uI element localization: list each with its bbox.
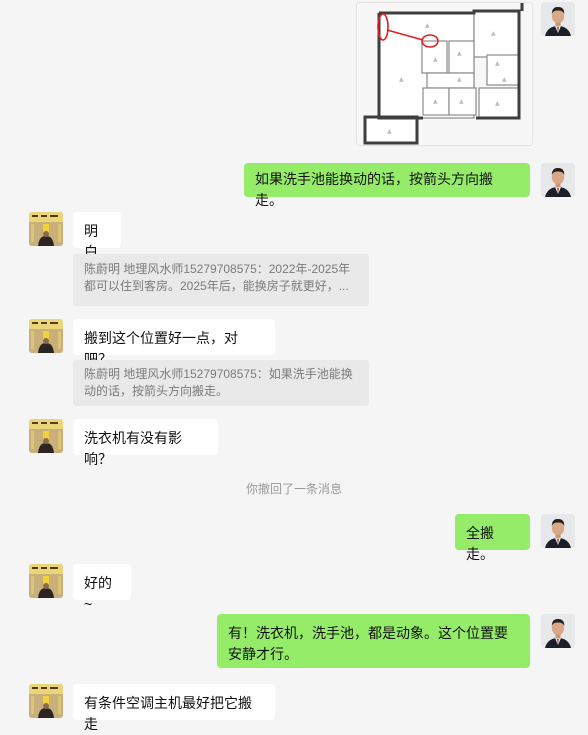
self-message-bubble[interactable]: 全搬走。 [455, 514, 530, 562]
floor-plan-image: ▲ ▲ ▲ ▲ ▲ ▲ ▲ ▲ ▲ ▲ ▲ ▲ [357, 3, 532, 145]
other-message-bubble[interactable]: 洗衣机有没有影响？ [73, 419, 218, 467]
svg-text:▲: ▲ [457, 50, 462, 57]
other-avatar[interactable] [29, 419, 63, 453]
yellow-calligraphy-avatar-icon [29, 684, 63, 718]
other-message-bubble[interactable]: 好的~ [73, 564, 131, 612]
quoted-reply[interactable]: 陈蔚明 地理风水师15279708575：2022年-2025年都可以住到客房。… [73, 254, 369, 306]
yellow-calligraphy-avatar-icon [29, 212, 63, 246]
quoted-reply[interactable]: 陈蔚明 地理风水师15279708575：如果洗手池能换动的话，按箭头方向搬走。 [73, 360, 369, 406]
self-avatar[interactable] [541, 514, 575, 548]
man-portrait-avatar-icon [541, 514, 575, 548]
svg-text:▲: ▲ [433, 98, 438, 105]
self-avatar[interactable] [541, 614, 575, 648]
svg-text:▲: ▲ [495, 60, 500, 67]
svg-text:▲: ▲ [459, 98, 464, 105]
man-portrait-avatar-icon [541, 614, 575, 648]
other-avatar[interactable] [29, 684, 63, 718]
svg-text:▲: ▲ [491, 30, 496, 37]
svg-text:▲: ▲ [387, 128, 392, 135]
recall-notice: 你撤回了一条消息 [245, 482, 342, 496]
other-message-bubble[interactable]: 明白 [73, 212, 121, 260]
other-avatar[interactable] [29, 212, 63, 246]
floor-plan-image-message[interactable]: ▲ ▲ ▲ ▲ ▲ ▲ ▲ ▲ ▲ ▲ ▲ ▲ [356, 2, 533, 146]
svg-text:▲: ▲ [425, 22, 430, 29]
man-portrait-avatar-icon [541, 2, 575, 36]
self-message-bubble[interactable]: 有！洗衣机，洗手池，都是动象。这个位置要安静才行。 [217, 614, 530, 668]
svg-text:▲: ▲ [457, 76, 462, 83]
man-portrait-avatar-icon [541, 163, 575, 197]
svg-text:▲: ▲ [433, 56, 438, 63]
yellow-calligraphy-avatar-icon [29, 564, 63, 598]
svg-text:▲: ▲ [399, 76, 404, 83]
yellow-calligraphy-avatar-icon [29, 319, 63, 353]
self-avatar[interactable] [541, 2, 575, 36]
other-avatar[interactable] [29, 319, 63, 353]
svg-text:▲: ▲ [495, 100, 500, 107]
yellow-calligraphy-avatar-icon [29, 419, 63, 453]
self-avatar[interactable] [541, 163, 575, 197]
self-message-bubble[interactable]: 如果洗手池能换动的话，按箭头方向搬走。 [244, 163, 530, 208]
other-message-bubble[interactable]: 搬到这个位置好一点，对吧？ [73, 319, 275, 367]
other-avatar[interactable] [29, 564, 63, 598]
other-message-bubble[interactable]: 有条件空调主机最好把它搬走 [73, 684, 275, 732]
svg-text:▲: ▲ [502, 76, 507, 83]
